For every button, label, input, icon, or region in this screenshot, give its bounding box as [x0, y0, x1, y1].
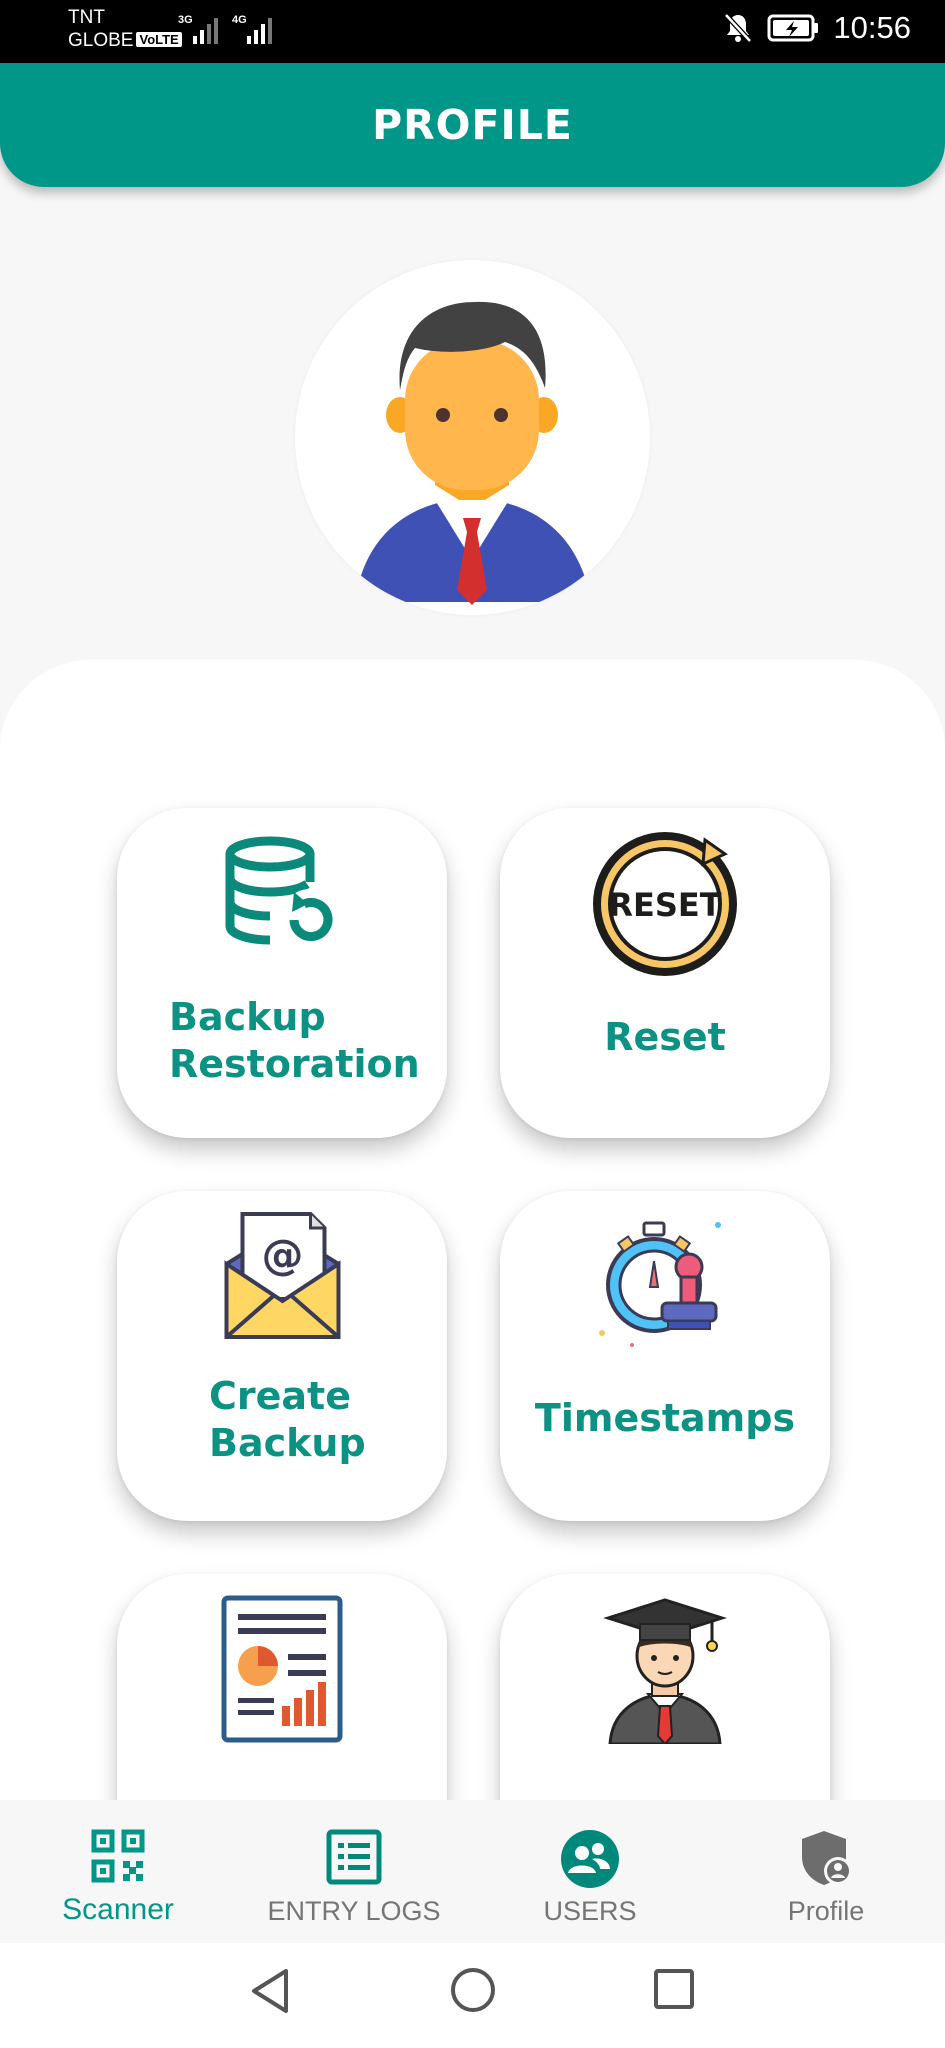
svg-text:@: @ [262, 1230, 304, 1279]
bottom-navigation: Scanner ENTRY LOGS USERS Profile [0, 1803, 945, 1943]
reset-card[interactable]: RESET Reset [500, 808, 830, 1138]
home-icon[interactable] [448, 1965, 498, 2015]
battery-charging-icon [767, 14, 819, 42]
nav-users[interactable]: USERS [472, 1803, 708, 1943]
recents-icon[interactable] [650, 1965, 698, 2013]
create-backup-card[interactable]: @ Create Backup [117, 1191, 447, 1521]
create-backup-label: Create Backup [209, 1374, 366, 1465]
back-icon[interactable] [246, 1965, 294, 2017]
nav-entry-logs-label: ENTRY LOGS [267, 1896, 441, 1926]
svg-text:RESET: RESET [608, 886, 721, 924]
timestamps-card[interactable]: Timestamps [500, 1191, 830, 1521]
volte-badge: VoLTE [136, 32, 182, 47]
carrier-info: TNT GLOBE VoLTE [68, 6, 182, 52]
users-icon [561, 1830, 619, 1888]
report-document-icon [221, 1595, 343, 1743]
network-type-2: 4G [232, 14, 247, 26]
clock: 10:56 [833, 10, 911, 45]
nav-users-label: USERS [543, 1896, 637, 1926]
email-envelope-icon: @ [224, 1212, 341, 1339]
carrier-2: GLOBE [68, 30, 134, 51]
reset-label: Reset [604, 1015, 726, 1059]
users-card[interactable] [500, 1574, 830, 1800]
qr-code-icon [91, 1829, 145, 1883]
carrier-1: TNT [68, 7, 105, 28]
report-card[interactable] [117, 1574, 447, 1800]
status-bar: TNT GLOBE VoLTE 3G 4G 10:56 [0, 0, 945, 63]
avatar[interactable] [295, 260, 650, 615]
list-icon [326, 1829, 382, 1885]
nav-scanner[interactable]: Scanner [0, 1803, 236, 1943]
database-restore-icon [225, 836, 339, 947]
nav-profile-label: Profile [787, 1896, 865, 1926]
nav-scanner-label: Scanner [62, 1893, 174, 1926]
graduate-user-icon [603, 1598, 727, 1744]
app-header: PROFILE [0, 63, 945, 187]
shield-user-icon [802, 1831, 852, 1885]
settings-panel: Backup Restoration RESET Reset @ Create … [0, 660, 945, 1800]
nav-profile[interactable]: Profile [708, 1803, 944, 1943]
page-title: PROFILE [372, 101, 573, 149]
signal-icon [247, 18, 272, 44]
network-type-1: 3G [178, 14, 193, 26]
backup-restoration-label: Backup Restoration [169, 995, 420, 1086]
signal-icon [193, 18, 218, 44]
stopwatch-stamp-icon [599, 1221, 721, 1347]
mute-notifications-icon [724, 13, 753, 43]
backup-restoration-card[interactable]: Backup Restoration [117, 808, 447, 1138]
nav-entry-logs[interactable]: ENTRY LOGS [236, 1803, 472, 1943]
timestamps-label: Timestamps [534, 1396, 796, 1440]
user-avatar-icon [355, 301, 591, 605]
system-navigation-bar [0, 1943, 945, 2048]
reset-icon: RESET [593, 832, 737, 976]
